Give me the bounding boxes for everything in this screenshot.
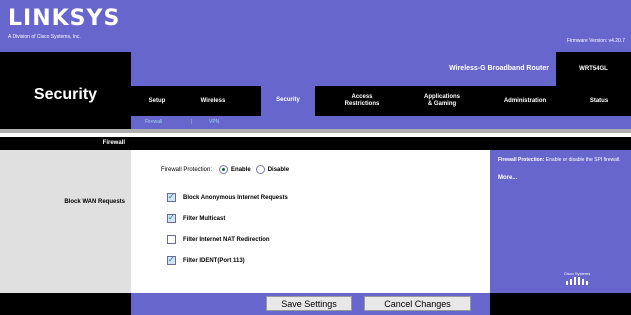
option-row: Block Anonymous Internet Requests — [167, 192, 288, 202]
firewall-enable-radio[interactable] — [219, 165, 229, 174]
content-header — [131, 137, 490, 150]
logo-tagline: A Division of Cisco Systems, Inc. — [8, 34, 81, 40]
tab-setup[interactable]: Setup — [137, 86, 177, 116]
tab-applications-gaming[interactable]: Applications & Gaming — [407, 86, 477, 116]
option-row: Filter Multicast — [167, 213, 226, 223]
tab-security[interactable]: Security — [261, 84, 315, 116]
subnav: Firewall | VPN — [131, 116, 631, 129]
option-label: Filter Internet NAT Redirection — [183, 236, 270, 243]
firmware-version: Firmware Version: v4.20.7 — [566, 38, 625, 44]
tab-access-restrictions[interactable]: Access Restrictions — [329, 86, 395, 116]
firewall-heading: Firewall — [102, 140, 125, 146]
tab-wireless[interactable]: Wireless — [191, 86, 235, 116]
linksys-logo: LINKSYS — [8, 6, 121, 31]
firewall-protection-label: Firewall Protection: — [161, 166, 213, 173]
option-label: Filter IDENT(Port 113) — [183, 257, 245, 264]
header: LINKSYS A Division of Cisco Systems, Inc… — [0, 0, 631, 52]
footer: Save Settings Cancel Changes — [0, 293, 631, 315]
filter-multicast-checkbox[interactable] — [167, 213, 176, 223]
product-name: Wireless-G Broadband Router — [449, 65, 549, 72]
save-settings-button[interactable]: Save Settings — [266, 296, 352, 311]
option-label: Filter Multicast — [183, 215, 226, 222]
firewall-disable-label: Disable — [267, 166, 290, 173]
subnav-vpn[interactable]: VPN — [209, 119, 219, 125]
page-title: Security — [33, 86, 98, 103]
help-panel: Firewall Protection: Enable or disable t… — [490, 137, 631, 293]
cancel-changes-button[interactable]: Cancel Changes — [364, 296, 471, 311]
model-number: WRT54GL — [556, 52, 631, 86]
footer-button-bar: Save Settings Cancel Changes — [131, 293, 490, 315]
help-text: Firewall Protection: Enable or disable t… — [498, 157, 626, 164]
block-anonymous-checkbox[interactable] — [167, 192, 176, 202]
cisco-logo: Cisco Systems — [560, 271, 594, 285]
filter-ident-checkbox[interactable] — [167, 255, 176, 265]
help-title: Firewall Protection: — [498, 157, 545, 163]
block-wan-requests-label: Block WAN Requests — [64, 199, 125, 205]
help-header — [490, 137, 631, 150]
subnav-firewall[interactable]: Firewall — [145, 119, 162, 125]
cisco-logo-text: Cisco Systems — [563, 271, 591, 276]
firewall-disable-radio[interactable] — [255, 165, 265, 174]
tab-status[interactable]: Status — [571, 86, 627, 116]
option-row: Filter IDENT(Port 113) — [167, 255, 245, 265]
help-more-link[interactable]: More... — [498, 175, 517, 181]
main-content: Firewall Protection: Enable Disable Bloc… — [131, 137, 490, 293]
subnav-separator: | — [191, 119, 193, 125]
filter-nat-redirection-checkbox[interactable] — [167, 235, 176, 244]
main-tabs: Setup Wireless Security Access Restricti… — [131, 84, 631, 116]
product-row: Wireless-G Broadband Router WRT54GL — [131, 52, 631, 86]
option-label: Block Anonymous Internet Requests — [183, 194, 288, 201]
firewall-protection-row: Firewall Protection: Enable Disable — [161, 165, 289, 174]
left-column: Firewall Block WAN Requests — [0, 137, 131, 293]
tab-administration[interactable]: Administration — [485, 86, 565, 116]
help-body: Enable or disable the SPI firewall. — [545, 157, 621, 163]
firewall-enable-label: Enable — [231, 166, 251, 173]
left-column-header: Firewall — [0, 137, 131, 150]
option-row: Filter Internet NAT Redirection — [167, 235, 270, 244]
cisco-bars-icon — [566, 277, 588, 285]
